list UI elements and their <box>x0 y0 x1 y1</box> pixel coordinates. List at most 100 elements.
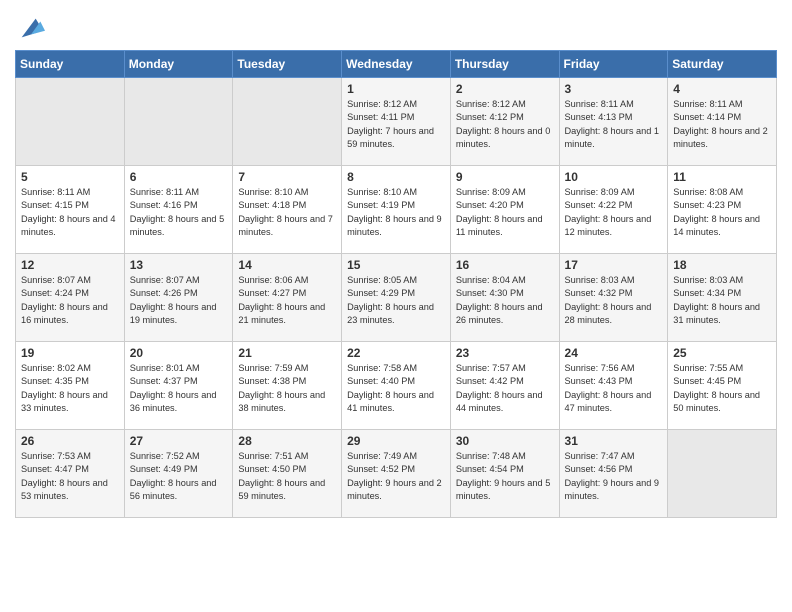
weekday-header-row: SundayMondayTuesdayWednesdayThursdayFrid… <box>16 51 777 78</box>
day-info: Sunrise: 8:10 AM Sunset: 4:19 PM Dayligh… <box>347 186 445 239</box>
calendar-cell: 9Sunrise: 8:09 AM Sunset: 4:20 PM Daylig… <box>450 166 559 254</box>
calendar-cell: 8 Sunrise: 8:10 AM Sunset: 4:19 PM Daylig… <box>342 166 451 254</box>
day-info: Sunrise: 7:57 AM Sunset: 4:42 PM Dayligh… <box>456 362 554 415</box>
calendar-cell: 30 Sunrise: 7:48 AM Sunset: 4:54 PM Dayli… <box>450 430 559 518</box>
calendar-cell: 29 Sunrise: 7:49 AM Sunset: 4:52 PM Dayli… <box>342 430 451 518</box>
day-number: 29 <box>347 434 445 448</box>
day-info: Sunrise: 7:48 AM Sunset: 4:54 PM Dayligh… <box>456 450 554 503</box>
day-number: 26 <box>21 434 119 448</box>
day-info: Sunrise: 8:11 AM Sunset: 4:15 PM Dayligh… <box>21 186 119 239</box>
day-number: 27 <box>130 434 228 448</box>
calendar-cell: 18 Sunrise: 8:03 AM Sunset: 4:34 PM Dayli… <box>668 254 777 342</box>
calendar-cell: 6Sunrise: 8:11 AM Sunset: 4:16 PM Daylig… <box>124 166 233 254</box>
calendar-cell: 20 Sunrise: 8:01 AM Sunset: 4:37 PM Dayli… <box>124 342 233 430</box>
day-number: 15 <box>347 258 445 272</box>
weekday-header: Thursday <box>450 51 559 78</box>
calendar-cell: 19Sunrise: 8:02 AM Sunset: 4:35 PM Dayli… <box>16 342 125 430</box>
weekday-header: Sunday <box>16 51 125 78</box>
day-number: 1 <box>347 82 445 96</box>
day-number: 13 <box>130 258 228 272</box>
day-info: Sunrise: 8:03 AM Sunset: 4:32 PM Dayligh… <box>565 274 663 327</box>
day-info: Sunrise: 8:08 AM Sunset: 4:23 PM Dayligh… <box>673 186 771 239</box>
day-number: 7 <box>238 170 336 184</box>
day-info: Sunrise: 7:59 AM Sunset: 4:38 PM Dayligh… <box>238 362 336 415</box>
calendar-cell: 23 Sunrise: 7:57 AM Sunset: 4:42 PM Dayli… <box>450 342 559 430</box>
calendar-cell <box>233 78 342 166</box>
calendar-cell <box>124 78 233 166</box>
day-number: 22 <box>347 346 445 360</box>
calendar-cell: 21Sunrise: 7:59 AM Sunset: 4:38 PM Dayli… <box>233 342 342 430</box>
day-number: 18 <box>673 258 771 272</box>
weekday-header: Wednesday <box>342 51 451 78</box>
day-info: Sunrise: 7:52 AM Sunset: 4:49 PM Dayligh… <box>130 450 228 503</box>
day-number: 9 <box>456 170 554 184</box>
calendar-cell: 24 Sunrise: 7:56 AM Sunset: 4:43 PM Dayli… <box>559 342 668 430</box>
calendar-cell: 11 Sunrise: 8:08 AM Sunset: 4:23 PM Dayli… <box>668 166 777 254</box>
day-info: Sunrise: 8:04 AM Sunset: 4:30 PM Dayligh… <box>456 274 554 327</box>
calendar-cell: 26Sunrise: 7:53 AM Sunset: 4:47 PM Dayli… <box>16 430 125 518</box>
day-info: Sunrise: 8:11 AM Sunset: 4:14 PM Dayligh… <box>673 98 771 151</box>
day-number: 24 <box>565 346 663 360</box>
weekday-header: Tuesday <box>233 51 342 78</box>
day-number: 23 <box>456 346 554 360</box>
day-info: Sunrise: 7:51 AM Sunset: 4:50 PM Dayligh… <box>238 450 336 503</box>
day-info: Sunrise: 7:47 AM Sunset: 4:56 PM Dayligh… <box>565 450 663 503</box>
day-number: 10 <box>565 170 663 184</box>
calendar-cell: 13Sunrise: 8:07 AM Sunset: 4:26 PM Dayli… <box>124 254 233 342</box>
day-info: Sunrise: 8:05 AM Sunset: 4:29 PM Dayligh… <box>347 274 445 327</box>
calendar-week-row: 12 Sunrise: 8:07 AM Sunset: 4:24 PM Dayli… <box>16 254 777 342</box>
day-info: Sunrise: 8:10 AM Sunset: 4:18 PM Dayligh… <box>238 186 336 239</box>
day-number: 14 <box>238 258 336 272</box>
day-number: 17 <box>565 258 663 272</box>
day-info: Sunrise: 8:03 AM Sunset: 4:34 PM Dayligh… <box>673 274 771 327</box>
day-number: 11 <box>673 170 771 184</box>
calendar-cell: 16 Sunrise: 8:04 AM Sunset: 4:30 PM Dayli… <box>450 254 559 342</box>
calendar-week-row: 5 Sunrise: 8:11 AM Sunset: 4:15 PM Daylig… <box>16 166 777 254</box>
day-info: Sunrise: 8:11 AM Sunset: 4:16 PM Dayligh… <box>130 186 228 239</box>
day-info: Sunrise: 8:09 AM Sunset: 4:22 PM Dayligh… <box>565 186 663 239</box>
day-info: Sunrise: 8:12 AM Sunset: 4:12 PM Dayligh… <box>456 98 554 151</box>
day-number: 20 <box>130 346 228 360</box>
calendar-cell: 27 Sunrise: 7:52 AM Sunset: 4:49 PM Dayli… <box>124 430 233 518</box>
calendar-cell: 22 Sunrise: 7:58 AM Sunset: 4:40 PM Dayli… <box>342 342 451 430</box>
calendar-week-row: 1 Sunrise: 8:12 AM Sunset: 4:11 PM Daylig… <box>16 78 777 166</box>
day-info: Sunrise: 8:06 AM Sunset: 4:27 PM Dayligh… <box>238 274 336 327</box>
calendar-cell: 5 Sunrise: 8:11 AM Sunset: 4:15 PM Daylig… <box>16 166 125 254</box>
calendar-cell <box>16 78 125 166</box>
calendar-cell: 31Sunrise: 7:47 AM Sunset: 4:56 PM Dayli… <box>559 430 668 518</box>
logo <box>15 14 45 42</box>
day-info: Sunrise: 8:07 AM Sunset: 4:24 PM Dayligh… <box>21 274 119 327</box>
day-info: Sunrise: 7:55 AM Sunset: 4:45 PM Dayligh… <box>673 362 771 415</box>
day-number: 16 <box>456 258 554 272</box>
weekday-header: Saturday <box>668 51 777 78</box>
calendar-cell: 1 Sunrise: 8:12 AM Sunset: 4:11 PM Daylig… <box>342 78 451 166</box>
calendar-cell: 15 Sunrise: 8:05 AM Sunset: 4:29 PM Dayli… <box>342 254 451 342</box>
day-info: Sunrise: 7:58 AM Sunset: 4:40 PM Dayligh… <box>347 362 445 415</box>
calendar-cell: 2Sunrise: 8:12 AM Sunset: 4:12 PM Daylig… <box>450 78 559 166</box>
calendar-week-row: 26Sunrise: 7:53 AM Sunset: 4:47 PM Dayli… <box>16 430 777 518</box>
day-number: 30 <box>456 434 554 448</box>
calendar-cell: 7 Sunrise: 8:10 AM Sunset: 4:18 PM Daylig… <box>233 166 342 254</box>
calendar-cell: 17 Sunrise: 8:03 AM Sunset: 4:32 PM Dayli… <box>559 254 668 342</box>
calendar-cell: 3Sunrise: 8:11 AM Sunset: 4:13 PM Daylig… <box>559 78 668 166</box>
calendar-cell <box>668 430 777 518</box>
calendar-cell: 10 Sunrise: 8:09 AM Sunset: 4:22 PM Dayli… <box>559 166 668 254</box>
calendar-cell: 12 Sunrise: 8:07 AM Sunset: 4:24 PM Dayli… <box>16 254 125 342</box>
weekday-header: Friday <box>559 51 668 78</box>
calendar-cell: 4 Sunrise: 8:11 AM Sunset: 4:14 PM Daylig… <box>668 78 777 166</box>
day-number: 3 <box>565 82 663 96</box>
calendar-cell: 25 Sunrise: 7:55 AM Sunset: 4:45 PM Dayli… <box>668 342 777 430</box>
day-number: 8 <box>347 170 445 184</box>
day-number: 28 <box>238 434 336 448</box>
day-info: Sunrise: 8:12 AM Sunset: 4:11 PM Dayligh… <box>347 98 445 151</box>
day-info: Sunrise: 7:56 AM Sunset: 4:43 PM Dayligh… <box>565 362 663 415</box>
calendar-cell: 28 Sunrise: 7:51 AM Sunset: 4:50 PM Dayli… <box>233 430 342 518</box>
day-number: 5 <box>21 170 119 184</box>
day-number: 4 <box>673 82 771 96</box>
page-header <box>15 10 777 42</box>
day-number: 12 <box>21 258 119 272</box>
day-info: Sunrise: 7:49 AM Sunset: 4:52 PM Dayligh… <box>347 450 445 503</box>
day-info: Sunrise: 8:01 AM Sunset: 4:37 PM Dayligh… <box>130 362 228 415</box>
day-number: 19 <box>21 346 119 360</box>
day-number: 25 <box>673 346 771 360</box>
